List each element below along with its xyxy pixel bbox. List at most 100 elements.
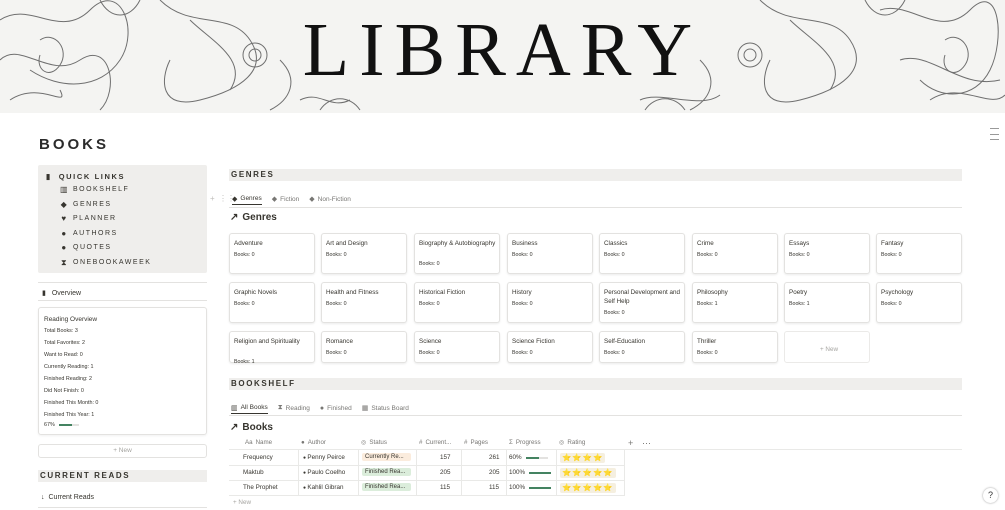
book-title[interactable]: Maktub: [243, 469, 264, 476]
help-button[interactable]: ?: [983, 488, 998, 503]
genre-card[interactable]: Crime Books: 0: [692, 233, 778, 274]
column-header-progress[interactable]: Σ Progress: [509, 439, 541, 446]
status-badge[interactable]: Finished Rea...: [362, 468, 411, 476]
column-header-rating[interactable]: ◎ Rating: [559, 439, 585, 446]
column-header-name[interactable]: Aa Name: [245, 439, 272, 446]
genre-count: Books: 0: [419, 261, 440, 267]
tab-finished[interactable]: ● Finished: [320, 402, 352, 414]
divider: [38, 300, 207, 301]
progress-label: 100%: [509, 469, 526, 476]
genre-card[interactable]: Science Fiction Books: 0: [507, 331, 593, 363]
tab-fiction[interactable]: ◆ Fiction: [272, 193, 300, 205]
genre-card[interactable]: Adventure Books: 0: [229, 233, 315, 274]
genre-name: Poetry: [789, 289, 808, 296]
genre-card[interactable]: Religion and Spirituality Books: 1: [229, 331, 315, 365]
genre-name: Adventure: [234, 240, 263, 247]
quick-link-bookshelf[interactable]: ▥ BOOKSHELF: [60, 185, 129, 194]
genre-name: Thriller: [697, 338, 717, 345]
more-options-icon[interactable]: ⋯: [642, 438, 651, 449]
genre-card[interactable]: Philosophy Books: 1: [692, 282, 778, 323]
genre-card[interactable]: Classics Books: 0: [599, 233, 685, 274]
book-author[interactable]: ● Penny Peirce: [303, 454, 345, 461]
quick-link-authors[interactable]: ● AUTHORS: [60, 229, 118, 238]
genre-count: Books: 0: [326, 350, 347, 356]
genre-name: Crime: [697, 240, 714, 247]
new-row-button[interactable]: + New: [233, 499, 251, 506]
reading-stat: Did Not Finish: 0: [44, 388, 84, 394]
tab-label: Reading: [285, 404, 310, 412]
genre-card[interactable]: Thriller Books: 0: [692, 331, 778, 363]
scroll-marker[interactable]: [990, 139, 999, 140]
genre-card[interactable]: Historical Fiction Books: 0: [414, 282, 500, 323]
reading-stat: Finished This Month: 0: [44, 400, 99, 406]
tab-all-books[interactable]: ▥ All Books: [231, 402, 268, 414]
scroll-marker[interactable]: [990, 128, 999, 129]
status-badge[interactable]: Finished Rea...: [362, 483, 411, 491]
status-badge[interactable]: Currently Re...: [362, 453, 411, 461]
books-view-title[interactable]: ↗ Books: [230, 422, 273, 433]
genre-card[interactable]: Art and Design Books: 0: [321, 233, 407, 274]
star-rating[interactable]: ⭐⭐⭐⭐⭐: [560, 483, 616, 493]
genre-card[interactable]: Essays Books: 0: [784, 233, 870, 274]
progress-fill: [529, 471, 552, 474]
genre-card[interactable]: History Books: 0: [507, 282, 593, 323]
genre-card[interactable]: Science Books: 0: [414, 331, 500, 363]
divider: [38, 282, 207, 283]
star-rating[interactable]: ⭐⭐⭐⭐⭐: [560, 468, 616, 478]
book-title[interactable]: Frequency: [243, 454, 273, 461]
tab-reading[interactable]: ⧗ Reading: [278, 402, 310, 414]
tab-genres[interactable]: ◆ Genres: [232, 193, 262, 205]
genre-card[interactable]: Business Books: 0: [507, 233, 593, 274]
new-genre-card[interactable]: + New: [784, 331, 870, 363]
new-button[interactable]: + New: [38, 444, 207, 458]
progress-bar: [529, 471, 552, 474]
tab-status-board[interactable]: ▦ Status Board: [362, 402, 409, 414]
genre-card[interactable]: Fantasy Books: 0: [876, 233, 962, 274]
tab-non-fiction[interactable]: ◆ Non-Fiction: [309, 193, 351, 205]
current-page[interactable]: 115: [440, 484, 450, 491]
current-page[interactable]: 157: [440, 454, 451, 461]
quick-link-genres[interactable]: ◆ GENRES: [60, 200, 112, 209]
add-column-button[interactable]: +: [628, 438, 633, 448]
progress-fill: [529, 486, 552, 489]
genre-card[interactable]: Self-Education Books: 0: [599, 331, 685, 363]
book-author[interactable]: ● Kahlil Gibran: [303, 484, 343, 491]
current-reads-label: Current Reads: [48, 494, 95, 501]
author-name: Kahlil Gibran: [307, 484, 344, 491]
total-pages[interactable]: 115: [489, 484, 499, 491]
add-block-icon[interactable]: +: [210, 194, 215, 203]
scroll-marker[interactable]: [990, 134, 999, 135]
genre-card[interactable]: Psychology Books: 0: [876, 282, 962, 323]
quick-link-onebookaweek[interactable]: ⧗ ONEBOOKAWEEK: [60, 258, 151, 268]
star-rating[interactable]: ⭐⭐⭐⭐: [560, 453, 606, 463]
genre-count: Books: 0: [604, 252, 625, 258]
overview-link[interactable]: ▮ Overview: [42, 289, 81, 298]
column-header-status[interactable]: ◎ Status: [361, 439, 387, 446]
genre-card[interactable]: Graphic Novels Books: 0: [229, 282, 315, 323]
book-author[interactable]: ● Paulo Coelho: [303, 469, 345, 476]
new-card-label: + New: [819, 346, 839, 353]
genre-card[interactable]: Personal Development and Self Help Books:…: [599, 282, 685, 323]
genre-card[interactable]: Health and Fitness Books: 0: [321, 282, 407, 323]
genre-name: Essays: [789, 240, 810, 247]
column-header-pages[interactable]: # Pages: [464, 439, 488, 446]
current-page[interactable]: 205: [440, 469, 451, 476]
genre-name: Philosophy: [697, 289, 728, 296]
total-pages[interactable]: 261: [489, 454, 500, 461]
total-pages[interactable]: 205: [489, 469, 500, 476]
genres-view-title[interactable]: ↗ Genres: [230, 212, 277, 223]
quick-link-quotes[interactable]: ● QUOTES: [60, 243, 112, 252]
reading-overview-title: Reading Overview: [44, 316, 98, 323]
current-reads-link[interactable]: ↓ Current Reads: [41, 494, 94, 501]
quick-link-planner[interactable]: ♥ PLANNER: [60, 214, 117, 223]
column-label: Author: [307, 439, 326, 446]
genres-view-tabs: ◆ Genres ◆ Fiction ◆ Non-Fiction: [232, 193, 351, 205]
book-progress: 100%: [509, 484, 552, 491]
book-title[interactable]: The Prophet: [243, 484, 278, 491]
tab-label: All Books: [240, 404, 268, 411]
genre-card[interactable]: Biography & Autobiography Books: 0: [414, 233, 500, 274]
column-header-author[interactable]: ● Author: [301, 439, 326, 446]
column-header-current[interactable]: # Current...: [419, 439, 451, 446]
genre-card[interactable]: Poetry Books: 1: [784, 282, 870, 323]
genre-card[interactable]: Romance Books: 0: [321, 331, 407, 363]
